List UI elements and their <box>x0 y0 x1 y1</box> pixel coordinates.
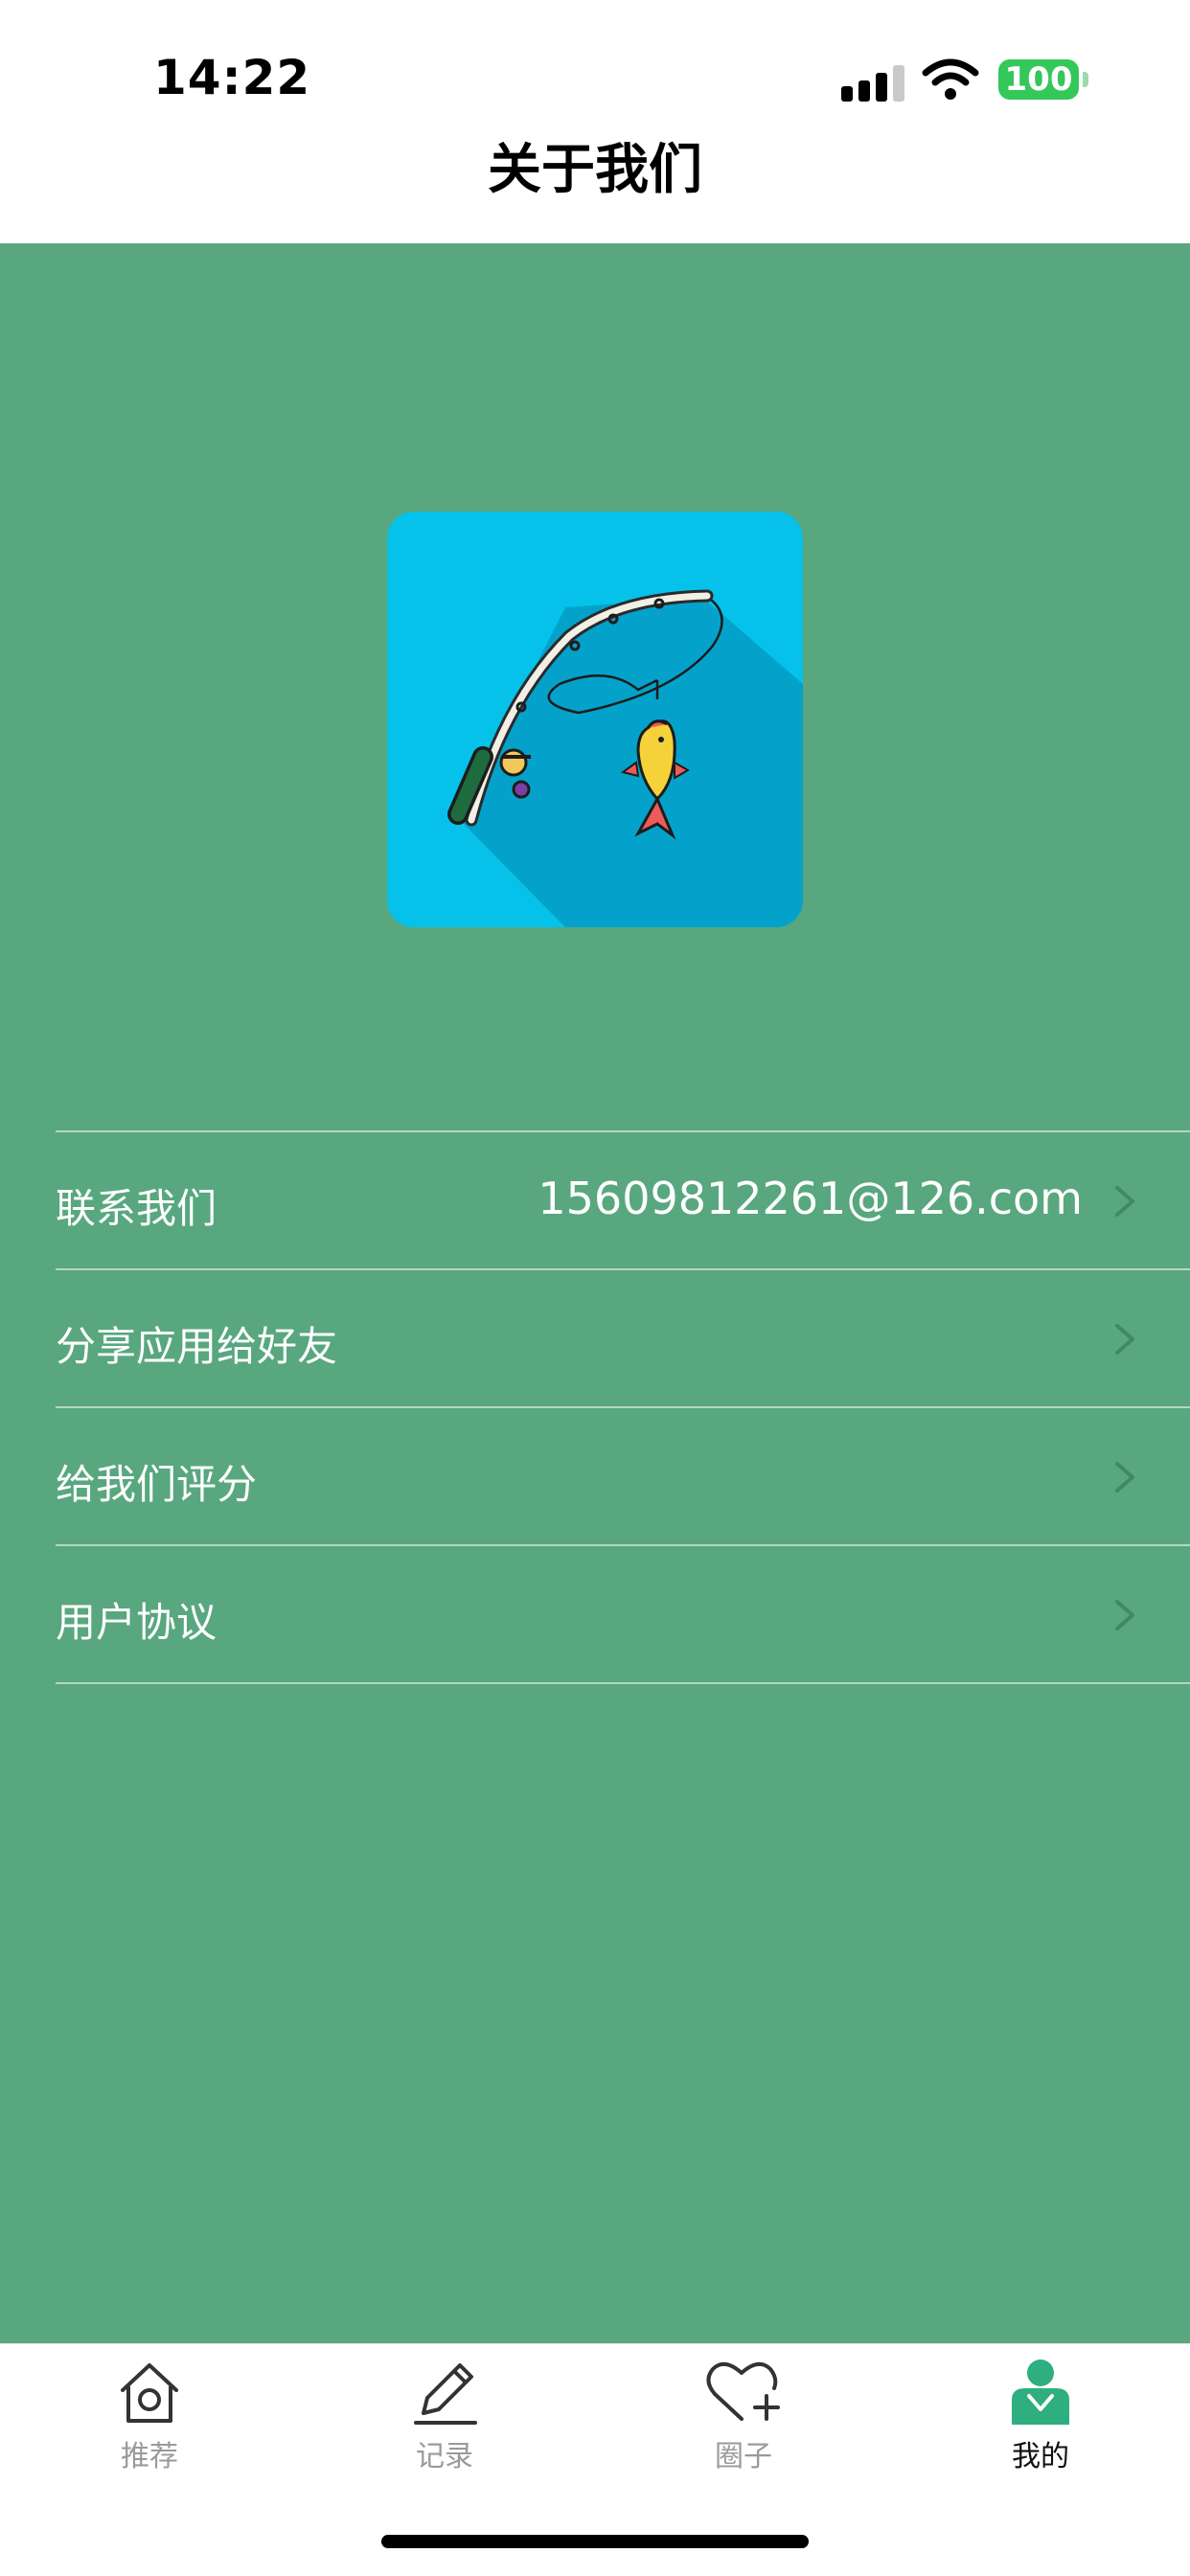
page-title: 关于我们 <box>488 139 702 201</box>
tab-record[interactable]: 记录 <box>349 2358 540 2474</box>
about-menu-list: 联系我们 15609812261@126.com 分享应用给好友 给我们评分 用… <box>56 1130 1190 1684</box>
menu-item-user-agreement[interactable]: 用户协议 <box>56 1544 1190 1684</box>
menu-item-label: 联系我们 <box>56 1185 217 1232</box>
tab-label: 推荐 <box>121 2440 178 2473</box>
chevron-right-icon <box>1115 1600 1134 1630</box>
home-icon <box>121 2363 178 2423</box>
menu-item-label: 给我们评分 <box>56 1461 258 1508</box>
tab-recommend[interactable]: 推荐 <box>54 2358 245 2474</box>
menu-item-label: 用户协议 <box>56 1599 217 1646</box>
chevron-right-icon <box>1115 1324 1134 1355</box>
person-icon <box>1012 2359 1069 2425</box>
home-indicator[interactable] <box>381 2535 809 2548</box>
battery-indicator: 100 <box>998 59 1079 100</box>
tab-mine[interactable]: 我的 <box>945 2358 1136 2474</box>
status-time: 14:22 <box>153 50 311 105</box>
heart-plus-icon <box>706 2361 780 2421</box>
menu-item-contact[interactable]: 联系我们 15609812261@126.com <box>56 1130 1190 1268</box>
battery-cap <box>1083 72 1088 87</box>
pencil-icon <box>414 2363 477 2425</box>
menu-item-share[interactable]: 分享应用给好友 <box>56 1268 1190 1406</box>
status-bar: 14:22 100 <box>0 0 1190 144</box>
about-content: 联系我们 15609812261@126.com 分享应用给好友 给我们评分 用… <box>0 243 1190 2343</box>
cellular-signal-icon <box>841 63 908 102</box>
wifi-icon <box>922 58 979 100</box>
fishing-app-icon <box>387 512 803 927</box>
chevron-right-icon <box>1115 1186 1134 1217</box>
tab-label: 记录 <box>416 2440 473 2473</box>
tab-circle[interactable]: 圈子 <box>648 2358 839 2474</box>
tab-label: 我的 <box>1012 2440 1069 2473</box>
contact-email: 15609812261@126.com <box>538 1173 1083 1224</box>
menu-item-rate[interactable]: 给我们评分 <box>56 1406 1190 1544</box>
tab-label: 圈子 <box>715 2440 772 2473</box>
chevron-right-icon <box>1115 1462 1134 1493</box>
menu-item-label: 分享应用给好友 <box>56 1323 338 1370</box>
